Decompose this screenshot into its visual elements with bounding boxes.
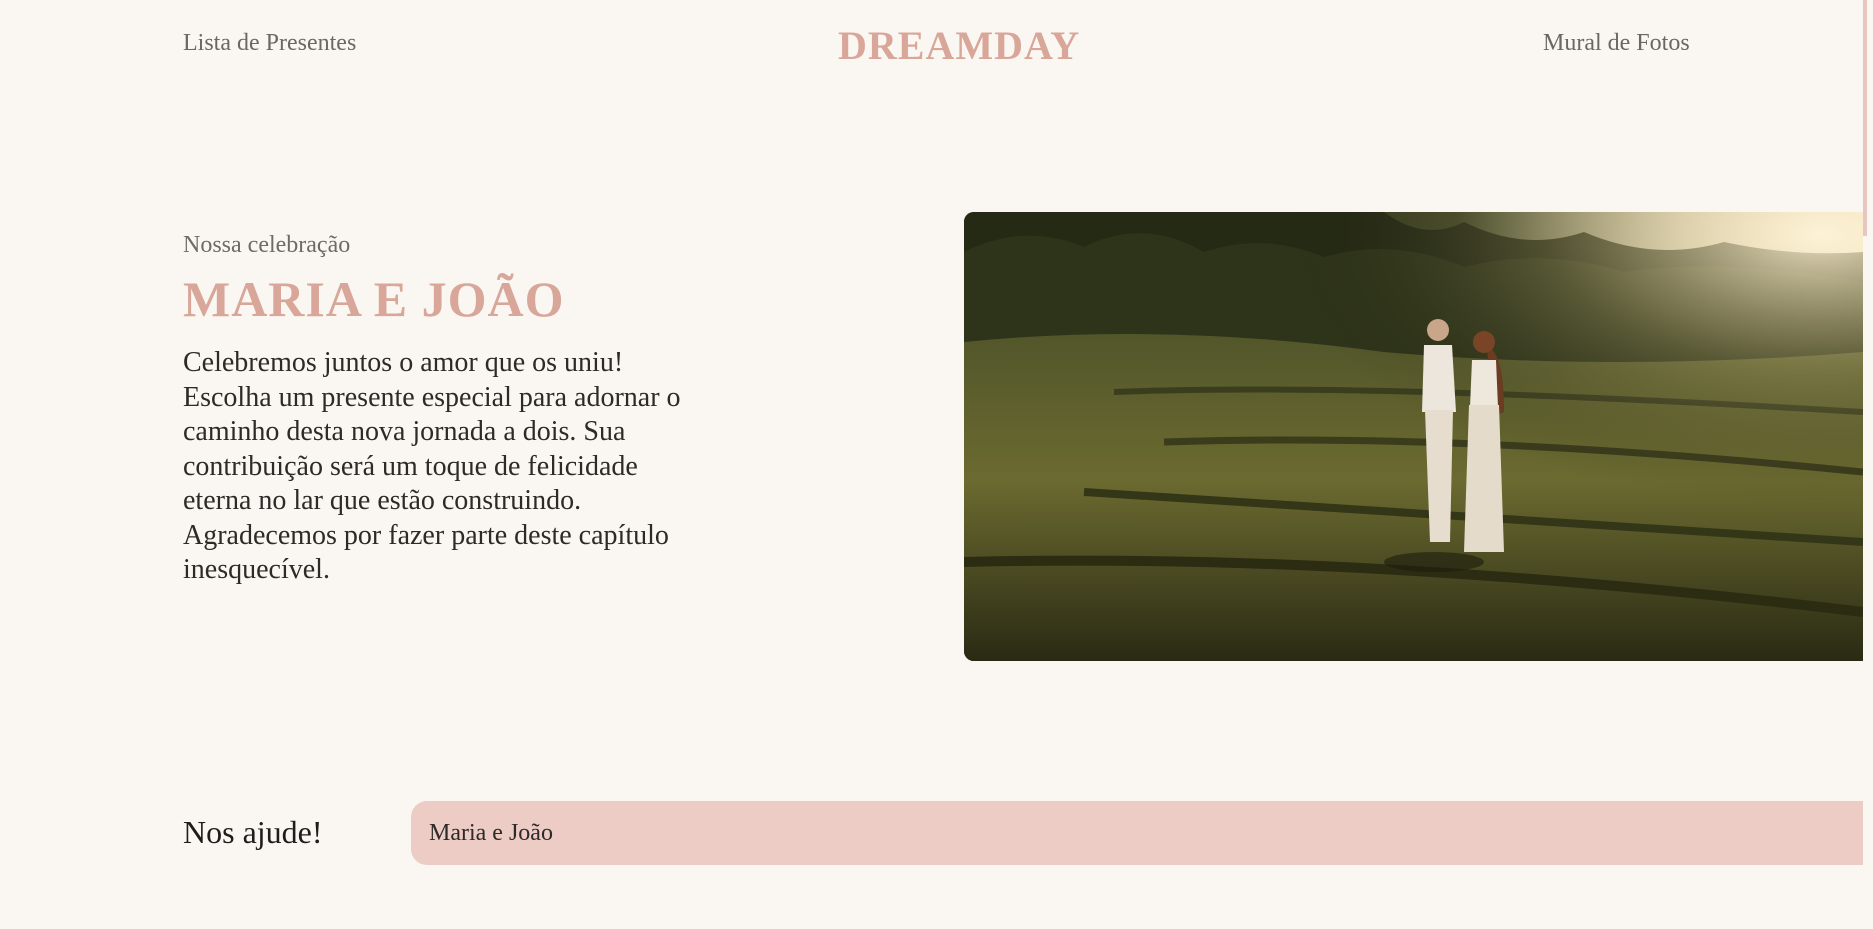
help-label: Nos ajude!: [183, 814, 323, 850]
hero-eyebrow: Nossa celebração: [183, 232, 351, 258]
couple-name-input[interactable]: [411, 801, 1863, 865]
couple-photo: [964, 212, 1863, 661]
brand-logo[interactable]: DREAMDAY: [838, 22, 1080, 69]
hero-title: MARIA E JOÃO: [183, 271, 565, 327]
nav-photo-wall-link[interactable]: Mural de Fotos: [1543, 30, 1690, 57]
page: Lista de Presentes DREAMDAY Mural de Fot…: [0, 0, 1873, 929]
hero-description: Celebremos juntos o amor que os uniu! Es…: [183, 347, 681, 585]
nav-gift-list-link[interactable]: Lista de Presentes: [183, 30, 356, 57]
page-scrollbar[interactable]: [1863, 0, 1867, 236]
